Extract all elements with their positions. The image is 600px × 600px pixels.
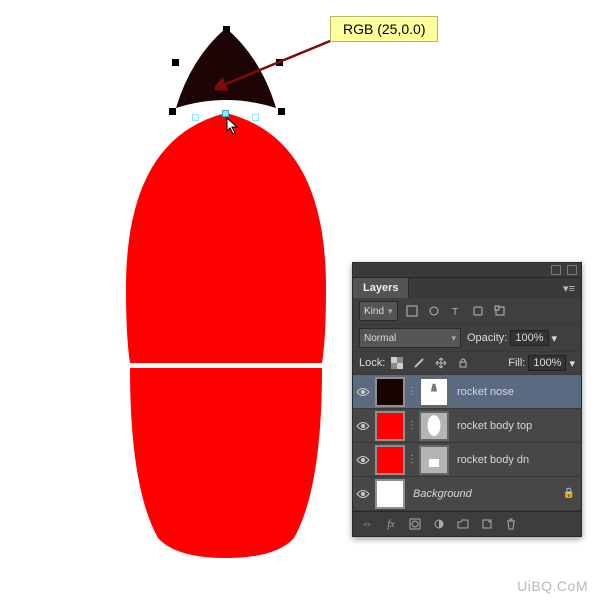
layer-thumb[interactable] xyxy=(375,377,405,407)
adjustment-layer-icon[interactable] xyxy=(431,516,447,532)
fill-value[interactable]: 100% xyxy=(528,355,566,371)
visibility-toggle[interactable] xyxy=(353,455,373,465)
blend-opacity-row: Normal ▾ Opacity: 100% ▾ xyxy=(353,325,581,352)
canvas: RGB (25,0.0) Layers ▾≡ Kind ▾ T xyxy=(0,0,600,600)
layer-name[interactable]: Background xyxy=(407,488,581,500)
lock-paint-icon[interactable] xyxy=(411,355,427,371)
lock-icon: 🔒 xyxy=(563,488,575,499)
layer-row[interactable]: ⋮ rocket nose xyxy=(353,375,581,409)
direction-handle[interactable] xyxy=(252,114,259,121)
rocket-body-top-shape xyxy=(126,113,326,363)
lock-all-icon[interactable] xyxy=(455,355,471,371)
transform-handle[interactable] xyxy=(278,108,285,115)
delete-layer-icon[interactable] xyxy=(503,516,519,532)
group-icon[interactable] xyxy=(455,516,471,532)
layers-tab[interactable]: Layers xyxy=(353,278,409,298)
lock-move-icon[interactable] xyxy=(433,355,449,371)
layer-thumb[interactable] xyxy=(375,411,405,441)
filter-smart-icon[interactable] xyxy=(492,303,508,319)
chevron-down-icon[interactable]: ▾ xyxy=(569,357,575,370)
layer-name[interactable]: rocket nose xyxy=(451,386,581,398)
panel-menu-icon[interactable]: ▾≡ xyxy=(557,282,581,295)
panel-footer: ⇔ fx xyxy=(353,511,581,536)
arrow-cursor-icon xyxy=(226,117,240,135)
blend-mode-dropdown[interactable]: Normal ▾ xyxy=(359,328,461,348)
watermark: UiBQ.CoM xyxy=(517,578,588,594)
rocket-body-dn-shape xyxy=(130,368,322,558)
layer-row[interactable]: Background 🔒 xyxy=(353,477,581,511)
layer-filter-row: Kind ▾ T xyxy=(353,298,581,325)
mask-thumb[interactable] xyxy=(419,445,449,475)
chevron-down-icon[interactable]: ▾ xyxy=(552,332,558,345)
layer-list: ⋮ rocket nose ⋮ rocket body top ⋮ rocket… xyxy=(353,375,581,511)
visibility-toggle[interactable] xyxy=(353,387,373,397)
layer-name[interactable]: rocket body top xyxy=(451,420,581,432)
fill-label: Fill: xyxy=(508,357,525,369)
mask-thumb[interactable] xyxy=(419,377,449,407)
panel-collapse-bar[interactable] xyxy=(353,263,581,278)
lock-fill-row: Lock: Fill: 100% ▾ xyxy=(353,352,581,375)
blend-mode-value: Normal xyxy=(364,333,396,344)
filter-type-icon[interactable]: T xyxy=(448,303,464,319)
rgb-callout: RGB (25,0.0) xyxy=(330,16,438,42)
visibility-toggle[interactable] xyxy=(353,489,373,499)
link-layers-icon[interactable]: ⇔ xyxy=(359,516,375,532)
anchor-point[interactable] xyxy=(222,110,229,117)
transform-handle[interactable] xyxy=(223,26,230,33)
layer-row[interactable]: ⋮ rocket body top xyxy=(353,409,581,443)
layer-fx-icon[interactable]: fx xyxy=(383,516,399,532)
direction-handle[interactable] xyxy=(192,114,199,121)
link-icon: ⋮ xyxy=(407,454,417,465)
visibility-toggle[interactable] xyxy=(353,421,373,431)
lock-transparent-icon[interactable] xyxy=(389,355,405,371)
opacity-label: Opacity: xyxy=(467,332,507,344)
callout-label: RGB (25,0.0) xyxy=(330,16,438,42)
opacity-value[interactable]: 100% xyxy=(510,330,548,346)
new-layer-icon[interactable] xyxy=(479,516,495,532)
lock-label: Lock: xyxy=(359,357,385,369)
transform-handle[interactable] xyxy=(169,108,176,115)
filter-shape-icon[interactable] xyxy=(470,303,486,319)
filter-pixel-icon[interactable] xyxy=(404,303,420,319)
layer-thumb[interactable] xyxy=(375,479,405,509)
callout-arrow xyxy=(215,36,345,96)
layer-mask-icon[interactable] xyxy=(407,516,423,532)
chevron-down-icon: ▾ xyxy=(388,306,393,317)
mask-thumb[interactable] xyxy=(419,411,449,441)
layer-thumb[interactable] xyxy=(375,445,405,475)
chevron-down-icon: ▾ xyxy=(451,333,456,344)
layer-name[interactable]: rocket body dn xyxy=(451,454,581,466)
filter-kind-dropdown[interactable]: Kind ▾ xyxy=(359,301,398,321)
link-icon: ⋮ xyxy=(407,386,417,397)
transform-handle[interactable] xyxy=(172,59,179,66)
close-icon xyxy=(567,265,577,275)
layer-row[interactable]: ⋮ rocket body dn xyxy=(353,443,581,477)
filter-kind-label: Kind xyxy=(364,306,384,317)
collapse-icon xyxy=(551,265,561,275)
link-icon: ⋮ xyxy=(407,420,417,431)
filter-adjust-icon[interactable] xyxy=(426,303,442,319)
layers-panel: Layers ▾≡ Kind ▾ T Normal ▾ Opacity: xyxy=(352,262,582,537)
svg-text:T: T xyxy=(452,307,458,317)
